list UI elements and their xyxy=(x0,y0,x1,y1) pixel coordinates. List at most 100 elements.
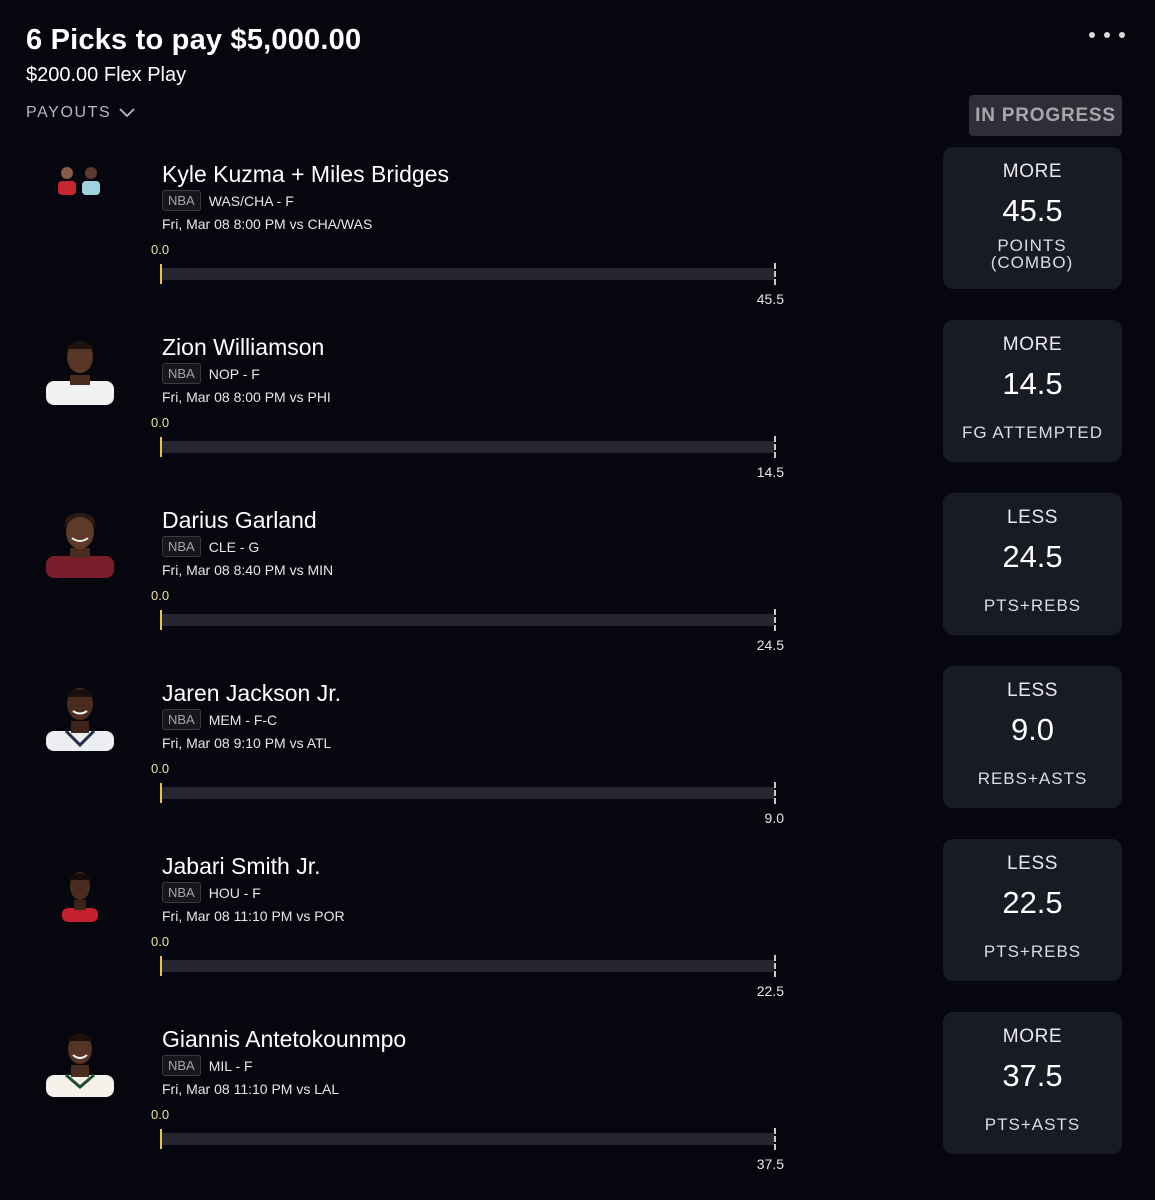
target-value: 37.5 xyxy=(756,1156,784,1172)
game-time: Fri, Mar 08 8:00 PM vs PHI xyxy=(162,389,331,405)
player-avatar xyxy=(44,160,116,232)
target-marker xyxy=(774,955,776,977)
game-time: Fri, Mar 08 9:10 PM vs ATL xyxy=(162,735,332,751)
target-marker xyxy=(774,436,776,458)
pick-line-value: 9.0 xyxy=(1010,712,1055,747)
payouts-label: PAYOUTS xyxy=(26,104,112,121)
team-position: CLE - G xyxy=(208,538,260,555)
game-time: Fri, Mar 08 8:40 PM vs MIN xyxy=(162,562,334,578)
pick-line-card[interactable]: LESS 9.0 REBS+ASTS xyxy=(943,666,1122,808)
current-marker xyxy=(160,610,162,630)
current-marker xyxy=(160,1129,162,1149)
player-avatar xyxy=(44,333,116,405)
league-badge: NBA xyxy=(162,536,201,557)
player-name: Jaren Jackson Jr. xyxy=(162,680,341,706)
pick-line-card[interactable]: MORE 14.5 FG ATTEMPTED xyxy=(943,320,1122,462)
player-meta: NBA MEM - F-C xyxy=(162,709,277,730)
player-avatar xyxy=(44,679,116,751)
play-type-subtitle: $200.00 Flex Play xyxy=(26,64,187,86)
payouts-toggle[interactable]: PAYOUTS xyxy=(26,104,135,122)
game-time: Fri, Mar 08 11:10 PM vs POR xyxy=(162,908,345,924)
status-badge: IN PROGRESS xyxy=(969,95,1122,136)
pick-stat-type: POINTS (COMBO) xyxy=(990,236,1074,272)
target-marker xyxy=(774,263,776,285)
player-avatar xyxy=(44,506,116,578)
player-meta: NBA CLE - G xyxy=(162,536,259,557)
progress-bar xyxy=(162,614,774,626)
target-value: 45.5 xyxy=(756,291,784,307)
pick-row: Kyle Kuzma + Miles Bridges NBA WAS/CHA -… xyxy=(0,147,1155,310)
game-time: Fri, Mar 08 8:00 PM vs CHA/WAS xyxy=(162,216,373,232)
current-value: 0.0 xyxy=(151,242,170,257)
current-value: 0.0 xyxy=(151,934,170,949)
current-marker xyxy=(160,956,162,976)
target-value: 9.0 xyxy=(764,810,784,826)
pick-line-value: 37.5 xyxy=(1002,1058,1063,1093)
dot-icon xyxy=(1104,32,1110,38)
pick-row: Zion Williamson NBA NOP - F Fri, Mar 08 … xyxy=(0,320,1155,483)
header: 6 Picks to pay $5,000.00 $200.00 Flex Pl… xyxy=(26,22,361,88)
progress-bar xyxy=(162,441,774,453)
current-value: 0.0 xyxy=(151,415,170,430)
target-marker xyxy=(774,609,776,631)
current-value: 0.0 xyxy=(151,588,170,603)
league-badge: NBA xyxy=(162,709,201,730)
player-avatar xyxy=(44,1025,116,1097)
progress-bar xyxy=(162,1133,774,1145)
current-value: 0.0 xyxy=(151,1107,170,1122)
pick-stat-type: PTS+REBS xyxy=(983,942,1082,961)
pick-line-card[interactable]: LESS 22.5 PTS+REBS xyxy=(943,839,1122,981)
pick-row: Giannis Antetokounmpo NBA MIL - F Fri, M… xyxy=(0,1012,1155,1175)
more-options-icon[interactable] xyxy=(1089,32,1125,38)
game-time: Fri, Mar 08 11:10 PM vs LAL xyxy=(162,1081,340,1097)
pick-direction: LESS xyxy=(1007,680,1058,701)
target-marker xyxy=(774,1128,776,1150)
current-value: 0.0 xyxy=(151,761,170,776)
league-badge: NBA xyxy=(162,190,201,211)
player-name: Kyle Kuzma + Miles Bridges xyxy=(162,161,449,187)
team-position: HOU - F xyxy=(208,884,261,901)
current-marker xyxy=(160,264,162,284)
pick-line-value: 22.5 xyxy=(1002,885,1063,920)
current-marker xyxy=(160,783,162,803)
pick-stat-type: PTS+REBS xyxy=(983,596,1082,615)
target-marker xyxy=(774,782,776,804)
pick-line-value: 45.5 xyxy=(1002,193,1063,228)
pick-row: Jabari Smith Jr. NBA HOU - F Fri, Mar 08… xyxy=(0,839,1155,1002)
player-name: Jabari Smith Jr. xyxy=(162,853,321,879)
progress-bar xyxy=(162,268,774,280)
current-marker xyxy=(160,437,162,457)
pick-row: Jaren Jackson Jr. NBA MEM - F-C Fri, Mar… xyxy=(0,666,1155,829)
player-meta: NBA MIL - F xyxy=(162,1055,253,1076)
player-avatar xyxy=(44,860,116,932)
pick-direction: LESS xyxy=(1007,853,1058,874)
pick-direction: MORE xyxy=(1002,161,1063,182)
team-position: WAS/CHA - F xyxy=(208,192,294,209)
pick-line-card[interactable]: MORE 37.5 PTS+ASTS xyxy=(943,1012,1122,1154)
player-name: Zion Williamson xyxy=(162,334,325,360)
player-name: Darius Garland xyxy=(162,507,317,533)
pick-stat-type: PTS+ASTS xyxy=(984,1115,1081,1134)
pick-direction: LESS xyxy=(1007,507,1058,528)
progress-bar xyxy=(162,960,774,972)
team-position: MEM - F-C xyxy=(208,711,278,728)
target-value: 22.5 xyxy=(756,983,784,999)
player-name: Giannis Antetokounmpo xyxy=(162,1026,407,1052)
team-position: NOP - F xyxy=(208,365,260,382)
league-badge: NBA xyxy=(162,363,201,384)
dot-icon xyxy=(1089,32,1095,38)
dot-icon xyxy=(1119,32,1125,38)
chevron-down-icon xyxy=(119,108,135,118)
target-value: 14.5 xyxy=(756,464,784,480)
player-meta: NBA WAS/CHA - F xyxy=(162,190,294,211)
page-title: 6 Picks to pay $5,000.00 xyxy=(26,24,362,56)
player-meta: NBA NOP - F xyxy=(162,363,260,384)
player-meta: NBA HOU - F xyxy=(162,882,261,903)
pick-direction: MORE xyxy=(1002,334,1063,355)
pick-line-card[interactable]: LESS 24.5 PTS+REBS xyxy=(943,493,1122,635)
pick-stat-type: FG ATTEMPTED xyxy=(961,423,1104,442)
pick-line-card[interactable]: MORE 45.5 POINTS (COMBO) xyxy=(943,147,1122,289)
pick-line-value: 14.5 xyxy=(1002,366,1063,401)
pick-stat-type: REBS+ASTS xyxy=(977,769,1088,788)
league-badge: NBA xyxy=(162,1055,201,1076)
